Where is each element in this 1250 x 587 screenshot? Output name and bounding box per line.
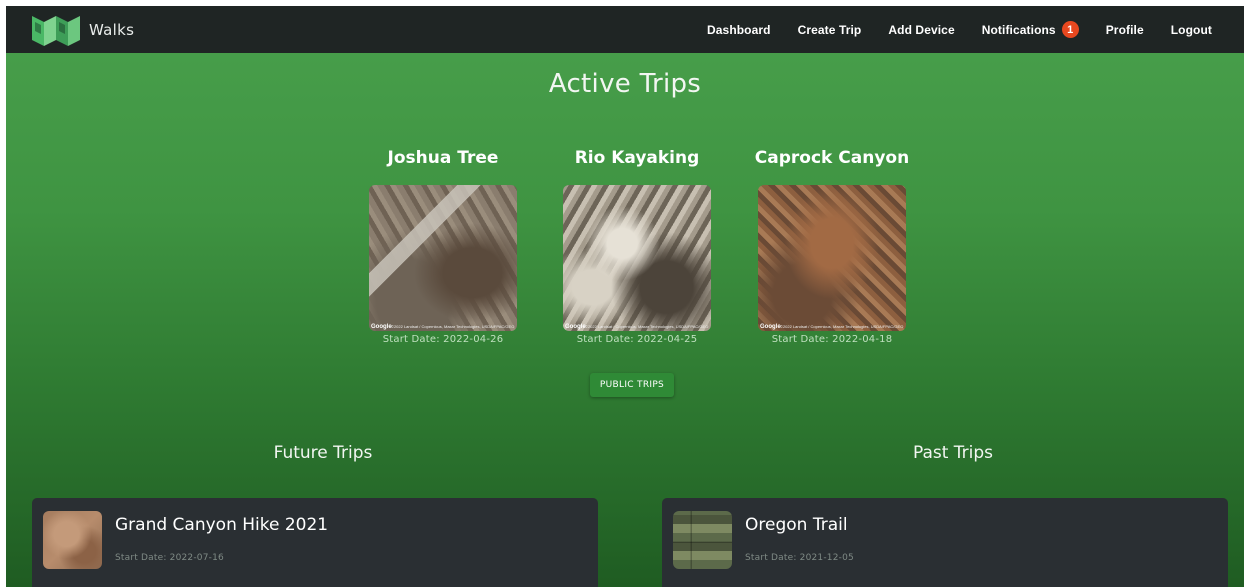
trip-start-date: Start Date: 2021-12-05 (745, 553, 854, 563)
walks-logo-icon (32, 15, 80, 46)
future-trips-title: Future Trips (273, 443, 373, 463)
trip-name: Oregon Trail (745, 515, 848, 535)
notifications-badge: 1 (1061, 21, 1079, 38)
active-trip-card-joshua-tree[interactable]: Joshua Tree Google ©2022 Landsat / Coper… (358, 148, 528, 345)
trip-thumbnail (673, 511, 732, 569)
trip-name: Caprock Canyon (754, 148, 910, 168)
trip-start-date: Start Date: 2022-04-18 (771, 334, 893, 345)
navbar: Walks Dashboard Create Trip Add Device N… (6, 6, 1244, 53)
map-copyright: ©2022 Landsat / Copernicus, Maxar Techno… (391, 324, 515, 329)
active-trip-card-caprock-canyon[interactable]: Caprock Canyon Google ©2022 Landsat / Co… (747, 148, 917, 345)
active-trip-card-rio-kayaking[interactable]: Rio Kayaking Google ©2022 Landsat / Cope… (552, 148, 722, 345)
nav-add-device[interactable]: Add Device (888, 23, 954, 37)
future-trip-card[interactable]: Grand Canyon Hike 2021 Start Date: 2022-… (32, 498, 598, 587)
trip-start-date: Start Date: 2022-07-16 (115, 553, 224, 563)
google-attribution: Google (371, 324, 392, 330)
past-trip-card[interactable]: Oregon Trail Start Date: 2021-12-05 (662, 498, 1228, 587)
google-attribution: Google (565, 324, 586, 330)
trip-name: Joshua Tree (387, 148, 499, 168)
trip-name: Grand Canyon Hike 2021 (115, 515, 329, 535)
trip-start-date: Start Date: 2022-04-25 (576, 334, 698, 345)
google-attribution: Google (760, 324, 781, 330)
active-trips-title: Active Trips (548, 69, 702, 99)
app-frame: Walks Dashboard Create Trip Add Device N… (6, 6, 1244, 587)
trip-map-image[interactable]: Google ©2022 Landsat / Copernicus, Maxar… (369, 185, 517, 331)
public-trips-button[interactable]: PUBLIC TRIPS (590, 373, 674, 397)
nav-dashboard[interactable]: Dashboard (707, 23, 771, 37)
brand-name: Walks (89, 20, 135, 39)
nav-notifications[interactable]: Notifications 1 (982, 21, 1079, 38)
map-copyright: ©2022 Landsat / Copernicus, Maxar Techno… (585, 324, 709, 329)
nav-notifications-label: Notifications (981, 22, 1056, 37)
nav-links: Dashboard Create Trip Add Device Notific… (707, 6, 1244, 53)
trip-map-image[interactable]: Google ©2022 Landsat / Copernicus, Maxar… (758, 185, 906, 331)
nav-create-trip[interactable]: Create Trip (798, 23, 862, 37)
trip-name: Rio Kayaking (574, 148, 700, 168)
nav-logout[interactable]: Logout (1171, 23, 1212, 37)
nav-profile[interactable]: Profile (1106, 23, 1144, 37)
map-copyright: ©2022 Landsat / Copernicus, Maxar Techno… (780, 324, 904, 329)
trip-thumbnail (43, 511, 102, 569)
trip-map-image[interactable]: Google ©2022 Landsat / Copernicus, Maxar… (563, 185, 711, 331)
trip-start-date: Start Date: 2022-04-26 (382, 334, 504, 345)
brand-link[interactable]: Walks (6, 6, 134, 53)
past-trips-title: Past Trips (912, 443, 994, 463)
